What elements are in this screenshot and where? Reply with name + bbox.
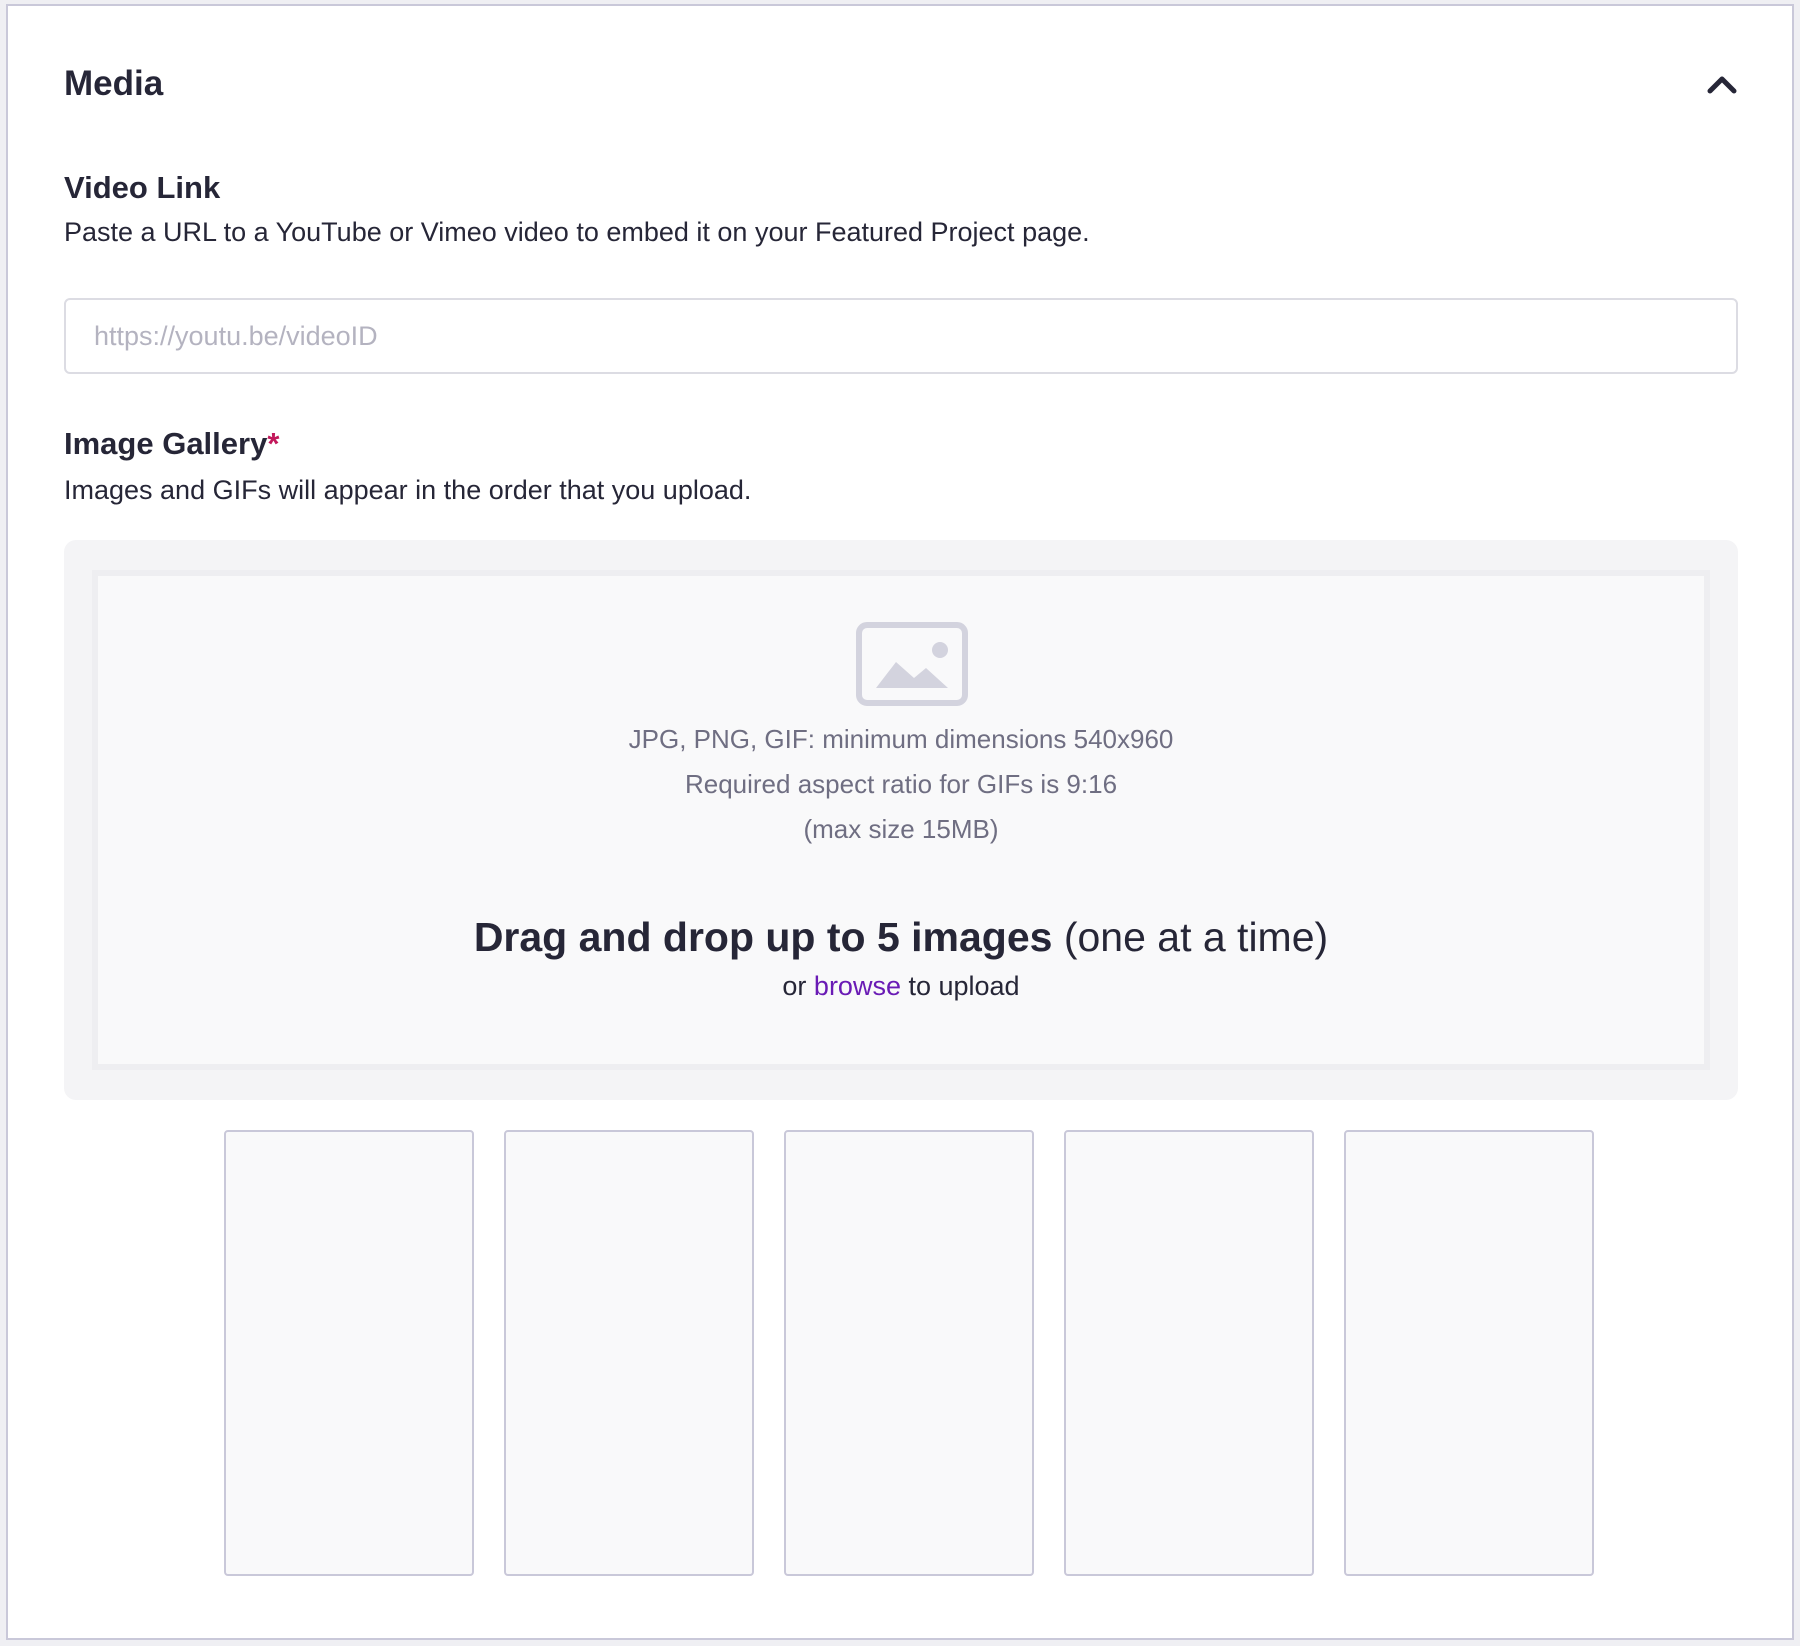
image-slot-4[interactable]	[1064, 1130, 1314, 1576]
image-slot-2[interactable]	[504, 1130, 754, 1576]
dropzone-area[interactable]: JPG, PNG, GIF: minimum dimensions 540x96…	[92, 570, 1710, 1070]
browse-link[interactable]: browse	[814, 971, 901, 1001]
required-mark: *	[267, 426, 280, 461]
image-gallery-help: Images and GIFs will appear in the order…	[64, 475, 752, 505]
image-slots	[224, 1130, 1594, 1576]
image-placeholder-icon	[856, 622, 968, 706]
image-gallery-label-text: Image Gallery	[64, 426, 268, 461]
section-title: Media	[64, 64, 164, 103]
browse-line: or browse to upload	[98, 968, 1704, 1004]
video-link-help: Paste a URL to a YouTube or Vimeo video …	[64, 217, 1090, 247]
browse-suffix: to upload	[900, 971, 1020, 1001]
collapse-button[interactable]	[1700, 62, 1744, 106]
image-slot-5[interactable]	[1344, 1130, 1594, 1576]
video-url-input[interactable]	[64, 298, 1738, 374]
media-section-header[interactable]: Media	[64, 62, 1744, 118]
video-link-label: Video Link	[64, 170, 221, 205]
drag-drop-title-bold: Drag and drop up to 5 images	[473, 914, 1053, 960]
drag-drop-title: Drag and drop up to 5 images (one at a t…	[98, 911, 1704, 963]
chevron-up-icon	[1707, 76, 1737, 94]
spec-line-dimensions: JPG, PNG, GIF: minimum dimensions 540x96…	[628, 724, 1174, 754]
spec-line-aspect-ratio: Required aspect ratio for GIFs is 9:16	[684, 769, 1118, 799]
image-dropzone[interactable]: JPG, PNG, GIF: minimum dimensions 540x96…	[64, 540, 1738, 1100]
image-slot-3[interactable]	[784, 1130, 1034, 1576]
browse-prefix: or	[782, 971, 814, 1001]
image-gallery-label: Image Gallery*	[64, 424, 279, 464]
media-panel: Media Video Link Paste a URL to a YouTub…	[6, 4, 1794, 1640]
spec-line-max-size: (max size 15MB)	[803, 814, 999, 844]
drag-drop-title-rest: (one at a time)	[1052, 914, 1329, 960]
image-slot-1[interactable]	[224, 1130, 474, 1576]
